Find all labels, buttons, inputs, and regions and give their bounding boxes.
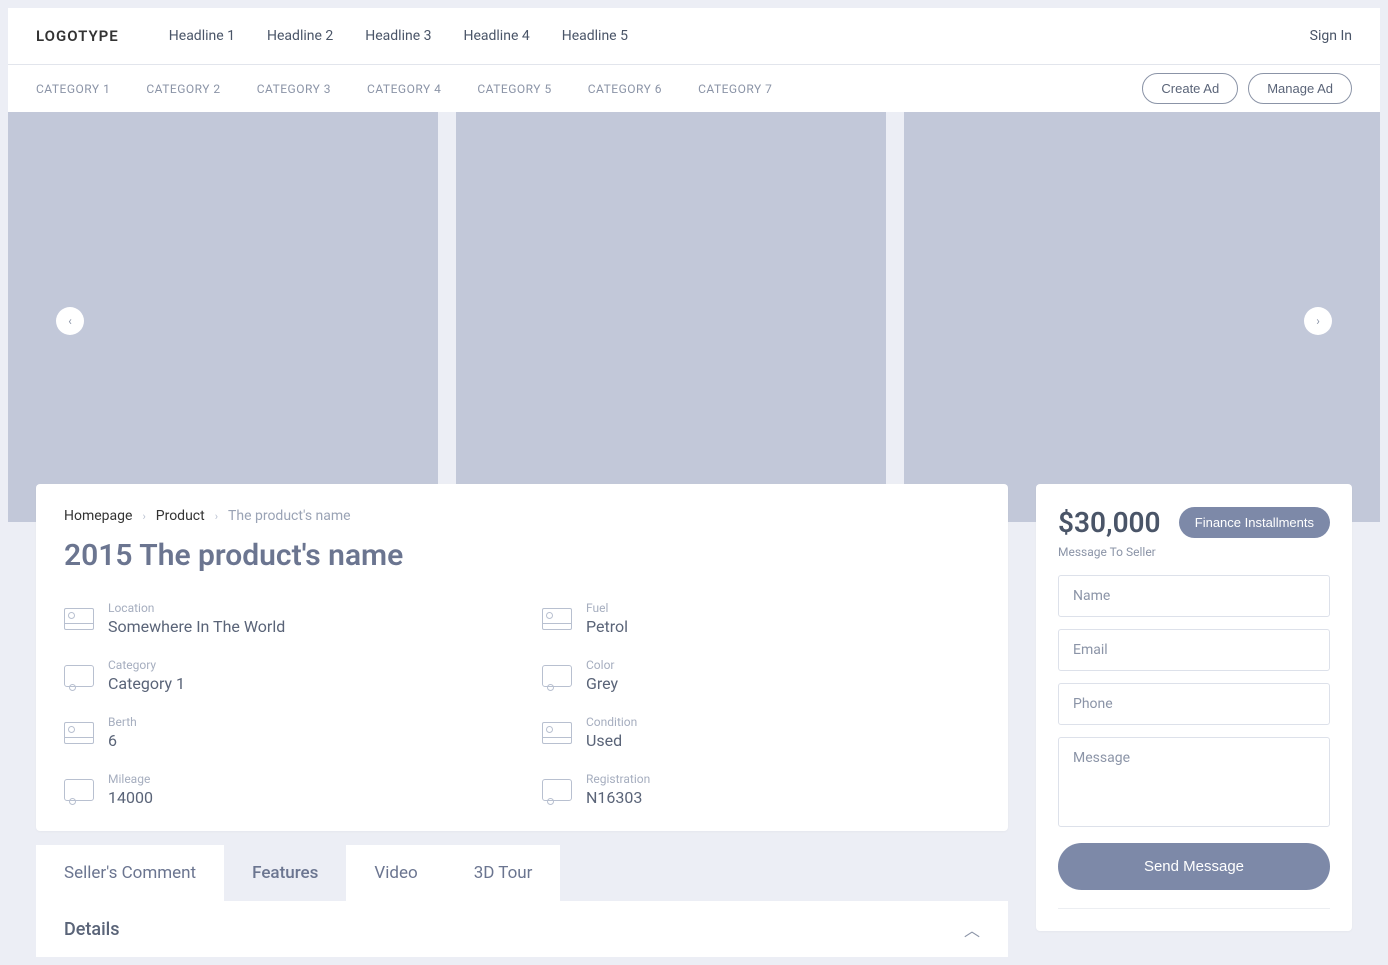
headline-1[interactable]: Headline 1: [169, 28, 235, 44]
van-icon: [542, 665, 572, 687]
headline-3[interactable]: Headline 3: [365, 28, 431, 44]
main-column: Homepage › Product › The product's name …: [36, 484, 1008, 957]
product-card: Homepage › Product › The product's name …: [36, 484, 1008, 831]
image-gallery: ‹ ›: [8, 112, 1380, 522]
spec-registration: Registration N16303: [542, 772, 980, 807]
headlines-nav: Headline 1 Headline 2 Headline 3 Headlin…: [169, 28, 1310, 44]
divider: [1058, 908, 1330, 909]
spec-label: Berth: [108, 715, 137, 729]
contact-sidebar: $30,000 Finance Installments Message To …: [1036, 484, 1352, 931]
tab-3d-tour[interactable]: 3D Tour: [446, 845, 561, 901]
message-textarea[interactable]: [1058, 737, 1330, 827]
phone-input[interactable]: [1058, 683, 1330, 725]
logo[interactable]: LOGOTYPE: [36, 27, 119, 45]
header: LOGOTYPE Headline 1 Headline 2 Headline …: [8, 8, 1380, 112]
spec-label: Mileage: [108, 772, 153, 786]
chevron-up-icon: ︿: [964, 917, 980, 941]
categories-nav: CATEGORY 1 CATEGORY 2 CATEGORY 3 CATEGOR…: [36, 82, 1142, 96]
send-message-button[interactable]: Send Message: [1058, 843, 1330, 890]
category-bar: CATEGORY 1 CATEGORY 2 CATEGORY 3 CATEGOR…: [8, 64, 1380, 112]
email-input[interactable]: [1058, 629, 1330, 671]
tab-video[interactable]: Video: [346, 845, 445, 901]
spec-value: Petrol: [586, 617, 628, 636]
van-icon: [542, 779, 572, 801]
message-to-seller-label: Message To Seller: [1058, 545, 1330, 559]
topbar: LOGOTYPE Headline 1 Headline 2 Headline …: [8, 8, 1380, 64]
spec-label: Condition: [586, 715, 637, 729]
headline-2[interactable]: Headline 2: [267, 28, 333, 44]
category-2[interactable]: CATEGORY 2: [146, 82, 220, 96]
category-6[interactable]: CATEGORY 6: [588, 82, 662, 96]
headline-4[interactable]: Headline 4: [463, 28, 529, 44]
sign-in-link[interactable]: Sign In: [1310, 28, 1352, 44]
bed-icon: [64, 722, 94, 744]
chevron-right-icon: ›: [215, 510, 218, 523]
chevron-left-icon: ‹: [68, 314, 72, 328]
price: $30,000: [1058, 506, 1161, 539]
bed-icon: [542, 722, 572, 744]
spec-value: 6: [108, 731, 137, 750]
category-5[interactable]: CATEGORY 5: [477, 82, 551, 96]
van-icon: [64, 779, 94, 801]
tab-features[interactable]: Features: [224, 845, 346, 901]
gallery-prev-button[interactable]: ‹: [56, 307, 84, 335]
category-1[interactable]: CATEGORY 1: [36, 82, 110, 96]
product-title: 2015 The product's name: [64, 538, 980, 573]
spec-label: Fuel: [586, 601, 628, 615]
spec-location: Location Somewhere In The World: [64, 601, 502, 636]
category-7[interactable]: CATEGORY 7: [698, 82, 772, 96]
spec-fuel: Fuel Petrol: [542, 601, 980, 636]
ad-buttons: Create Ad Manage Ad: [1142, 73, 1352, 104]
spec-berth: Berth 6: [64, 715, 502, 750]
chevron-right-icon: ›: [142, 510, 145, 523]
gallery-next-button[interactable]: ›: [1304, 307, 1332, 335]
bed-icon: [542, 608, 572, 630]
finance-button[interactable]: Finance Installments: [1179, 507, 1330, 538]
breadcrumb-current: The product's name: [228, 508, 351, 524]
spec-label: Registration: [586, 772, 650, 786]
name-input[interactable]: [1058, 575, 1330, 617]
spec-value: Somewhere In The World: [108, 617, 285, 636]
breadcrumb: Homepage › Product › The product's name: [64, 508, 980, 524]
spec-label: Location: [108, 601, 285, 615]
breadcrumb-product[interactable]: Product: [156, 508, 205, 524]
spec-value: N16303: [586, 788, 650, 807]
details-accordion[interactable]: Details ︿: [36, 901, 1008, 957]
bed-icon: [64, 608, 94, 630]
details-title: Details: [64, 919, 120, 940]
category-3[interactable]: CATEGORY 3: [257, 82, 331, 96]
create-ad-button[interactable]: Create Ad: [1142, 73, 1238, 104]
tab-sellers-comment[interactable]: Seller's Comment: [36, 845, 224, 901]
spec-label: Color: [586, 658, 618, 672]
spec-mileage: Mileage 14000: [64, 772, 502, 807]
spec-value: Used: [586, 731, 637, 750]
spec-value: Grey: [586, 674, 618, 693]
spec-value: Category 1: [108, 674, 185, 693]
breadcrumb-home[interactable]: Homepage: [64, 508, 132, 524]
manage-ad-button[interactable]: Manage Ad: [1248, 73, 1352, 104]
spec-category: Category Category 1: [64, 658, 502, 693]
spec-value: 14000: [108, 788, 153, 807]
spec-color: Color Grey: [542, 658, 980, 693]
chevron-right-icon: ›: [1316, 314, 1320, 328]
gallery-slide[interactable]: [456, 112, 886, 522]
van-icon: [64, 665, 94, 687]
headline-5[interactable]: Headline 5: [562, 28, 628, 44]
tabs: Seller's Comment Features Video 3D Tour: [36, 845, 1008, 901]
spec-label: Category: [108, 658, 185, 672]
spec-condition: Condition Used: [542, 715, 980, 750]
category-4[interactable]: CATEGORY 4: [367, 82, 441, 96]
spec-grid: Location Somewhere In The World Fuel Petro…: [64, 601, 980, 807]
